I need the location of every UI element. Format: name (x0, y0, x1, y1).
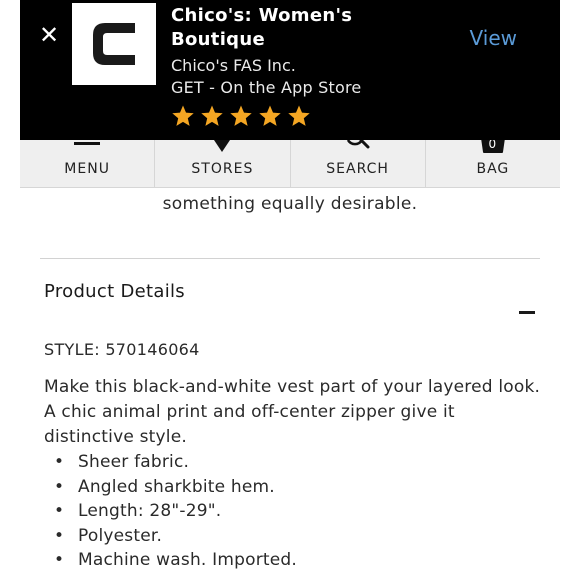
bag-count: 0 (488, 140, 498, 151)
nav-bag-label: BAG (476, 161, 510, 177)
divider (40, 258, 540, 259)
app-title: Chico's: Women's Boutique (171, 5, 353, 50)
style-number: 570146064 (105, 340, 200, 359)
minus-icon[interactable] (519, 311, 535, 314)
star-rating (171, 104, 311, 128)
close-icon[interactable]: ✕ (36, 22, 62, 48)
list-item: Angled sharkbite hem. (44, 475, 544, 500)
app-get-text: GET - On the App Store (171, 78, 362, 97)
list-item: Polyester. (44, 524, 544, 549)
style-number-line: STYLE: 570146064 (44, 340, 200, 359)
nav-stores-label: STORES (191, 161, 254, 177)
description-tail: something equally desirable. (162, 194, 418, 214)
list-item: Length: 28"-29". (44, 499, 544, 524)
nav-stores[interactable]: STORES (155, 140, 291, 187)
style-label: STYLE: (44, 340, 106, 359)
product-features-list: Sheer fabric. Angled sharkbite hem. Leng… (44, 450, 544, 573)
star-icon (230, 105, 252, 126)
star-icon (201, 105, 223, 126)
search-icon (346, 140, 370, 149)
menu-icon (74, 142, 101, 145)
product-content: something equally desirable. Product Det… (20, 188, 560, 580)
view-app-button[interactable]: View (470, 26, 517, 50)
nav-search-label: SEARCH (326, 161, 389, 177)
location-pin-icon (214, 140, 231, 152)
app-store-banner: ✕ Chico's: Women's Boutique Chico's FAS … (20, 0, 560, 140)
main-nav: MENU STORES SEARCH 0 BAG (20, 140, 560, 188)
nav-menu[interactable]: MENU (20, 140, 156, 187)
product-details-heading[interactable]: Product Details (44, 281, 185, 302)
app-company: Chico's FAS Inc. (171, 56, 296, 75)
star-icon (259, 105, 281, 126)
chicos-c-logo-icon (93, 23, 135, 65)
list-item: Sheer fabric. (44, 450, 544, 475)
nav-search[interactable]: SEARCH (291, 140, 426, 187)
nav-menu-label: MENU (64, 161, 110, 177)
nav-bag[interactable]: 0 BAG (426, 140, 560, 187)
star-icon (172, 105, 194, 126)
product-description: Make this black-and-white vest part of y… (44, 377, 541, 447)
list-item: Machine wash. Imported. (44, 548, 544, 573)
app-logo[interactable] (72, 3, 156, 85)
star-icon (288, 105, 310, 126)
